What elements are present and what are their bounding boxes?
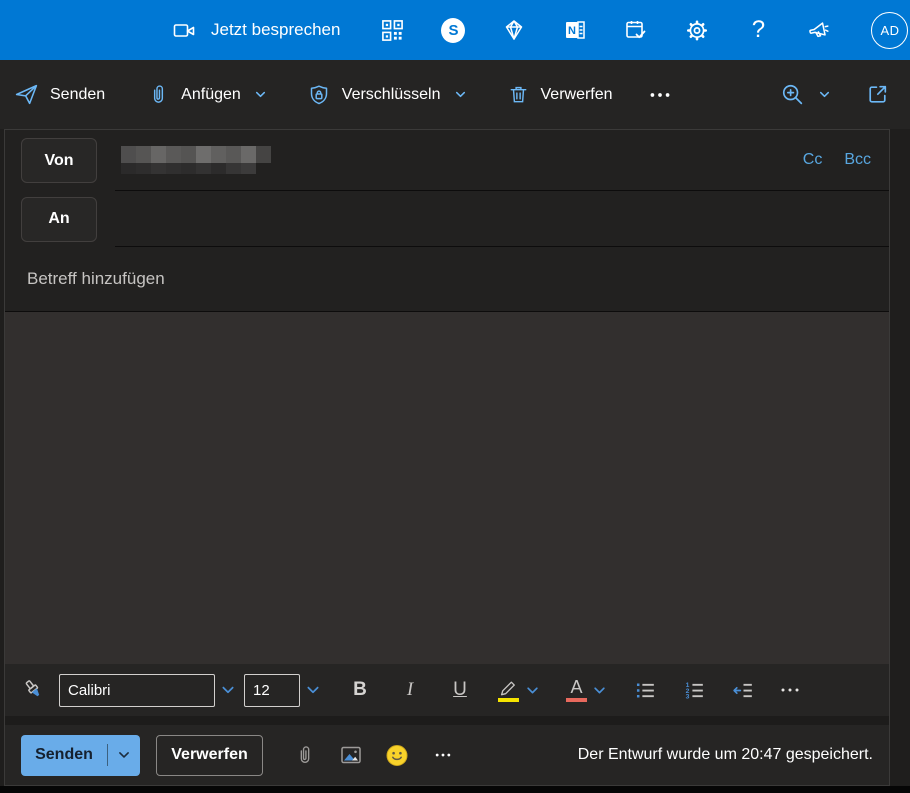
font-name-input[interactable]: [59, 673, 215, 707]
discard-button-label: Verwerfen: [171, 746, 248, 763]
more-icon[interactable]: [778, 678, 802, 702]
onenote-feed-icon[interactable]: N: [563, 18, 587, 42]
chevron-down-icon: [454, 88, 467, 101]
paperclip-icon: [147, 83, 170, 106]
discard-command-label: Verwerfen: [540, 85, 613, 103]
video-camera-icon: [172, 18, 196, 42]
trash-icon: [507, 83, 530, 106]
from-button[interactable]: Von: [21, 138, 97, 183]
discard-button[interactable]: Verwerfen: [156, 734, 263, 776]
compose-panel: Von Cc Bcc An Betreff hinzufügen Calibri…: [4, 129, 890, 786]
zoom-in-icon: [780, 82, 805, 107]
highlighter-icon[interactable]: [497, 678, 520, 702]
help-glyph: ?: [751, 16, 766, 43]
to-row: An: [5, 191, 889, 247]
suite-header: Jetzt besprechen S N ? AD: [0, 0, 910, 60]
to-button-label: An: [48, 210, 70, 227]
cc-link[interactable]: Cc: [803, 151, 823, 169]
highlight-dropdown-icon[interactable]: [525, 683, 540, 698]
meet-now-button[interactable]: Jetzt besprechen: [172, 18, 340, 42]
help-icon[interactable]: ?: [746, 18, 770, 42]
font-size-input[interactable]: [244, 673, 300, 707]
window-bottom-edge: [0, 786, 910, 793]
send-button-label: Senden: [35, 746, 93, 763]
paperclip-icon[interactable]: [293, 744, 317, 766]
from-field[interactable]: Cc Bcc: [115, 130, 889, 191]
outlook-compose-window: Jetzt besprechen S N ? AD Senden Anfügen…: [0, 0, 910, 793]
toolbar-right-group: [780, 82, 890, 107]
account-avatar[interactable]: AD: [871, 11, 909, 49]
to-button[interactable]: An: [21, 196, 97, 242]
font-color-dropdown-icon[interactable]: [592, 683, 607, 698]
from-button-label: Von: [44, 151, 74, 169]
highlight-color-bar: [498, 698, 519, 702]
numbered-list-icon[interactable]: 123: [682, 678, 707, 703]
compose-action-bar: Senden Verwerfen Der Entwurf wurde um 20…: [5, 725, 889, 785]
from-row: Von Cc Bcc: [5, 130, 889, 191]
font-name-dropdown-icon[interactable]: [220, 682, 236, 698]
send-split-button[interactable]: Senden: [21, 734, 140, 776]
outdent-icon[interactable]: [731, 678, 756, 703]
font-color-icon[interactable]: A: [566, 678, 587, 702]
zoom-button[interactable]: [780, 82, 831, 107]
more-icon[interactable]: [431, 745, 455, 765]
bold-button[interactable]: B: [349, 679, 371, 701]
meet-now-label: Jetzt besprechen: [211, 20, 341, 39]
chevron-down-icon: [818, 88, 831, 101]
qr-code-icon[interactable]: [380, 18, 404, 42]
discard-command[interactable]: Verwerfen: [507, 83, 613, 106]
more-commands-button[interactable]: [647, 82, 673, 108]
compose-command-toolbar: Senden Anfügen Verschlüsseln Verwerfen: [0, 60, 910, 129]
encrypt-command-label: Verschlüsseln: [341, 85, 441, 103]
redacted-from-address: [121, 146, 271, 174]
premium-diamond-icon[interactable]: [502, 18, 526, 42]
formatting-toolbar: B I U A 123: [5, 664, 889, 716]
numbered-glyph-3: 3: [686, 693, 690, 700]
format-painter-icon[interactable]: [21, 677, 47, 703]
font-color-letter: A: [570, 677, 583, 697]
subject-placeholder: Betreff hinzufügen: [27, 269, 165, 288]
open-new-window-icon: [865, 82, 890, 107]
encrypt-command[interactable]: Verschlüsseln: [307, 83, 467, 107]
attach-command-label: Anfügen: [181, 85, 241, 103]
subject-field[interactable]: Betreff hinzufügen: [5, 247, 889, 312]
send-command-label: Senden: [50, 85, 106, 103]
avatar-initials: AD: [880, 22, 900, 38]
skype-letter: S: [441, 17, 466, 43]
feedback-megaphone-icon[interactable]: [807, 18, 831, 42]
more-icon: [647, 82, 673, 108]
send-options-chevron-icon[interactable]: [108, 748, 140, 762]
emoji-icon[interactable]: [385, 743, 409, 768]
font-size-dropdown-icon[interactable]: [305, 682, 321, 698]
insert-image-icon[interactable]: [339, 743, 363, 767]
to-field[interactable]: [115, 191, 889, 247]
attach-command[interactable]: Anfügen: [147, 83, 267, 106]
bcc-link[interactable]: Bcc: [844, 151, 871, 169]
send-command[interactable]: Senden: [14, 82, 105, 107]
chevron-down-icon: [254, 88, 267, 101]
open-new-window-button[interactable]: [865, 82, 890, 107]
my-day-calendar-icon[interactable]: [624, 18, 648, 42]
font-color-bar: [566, 698, 587, 702]
italic-button[interactable]: I: [399, 679, 421, 701]
send-icon: [14, 82, 39, 107]
suite-icon-group: S N ? AD: [380, 11, 909, 49]
toolbar-divider: [5, 716, 889, 725]
cc-bcc-links: Cc Bcc: [803, 151, 871, 169]
underline-button[interactable]: U: [449, 679, 471, 701]
shield-lock-icon: [307, 83, 331, 107]
message-body-editor[interactable]: [5, 312, 889, 664]
settings-gear-icon[interactable]: [685, 18, 709, 42]
skype-icon[interactable]: S: [441, 17, 466, 43]
onenote-letter: N: [568, 25, 576, 37]
draft-saved-status: Der Entwurf wurde um 20:47 gespeichert.: [577, 746, 873, 763]
bullet-list-icon[interactable]: [633, 678, 658, 703]
